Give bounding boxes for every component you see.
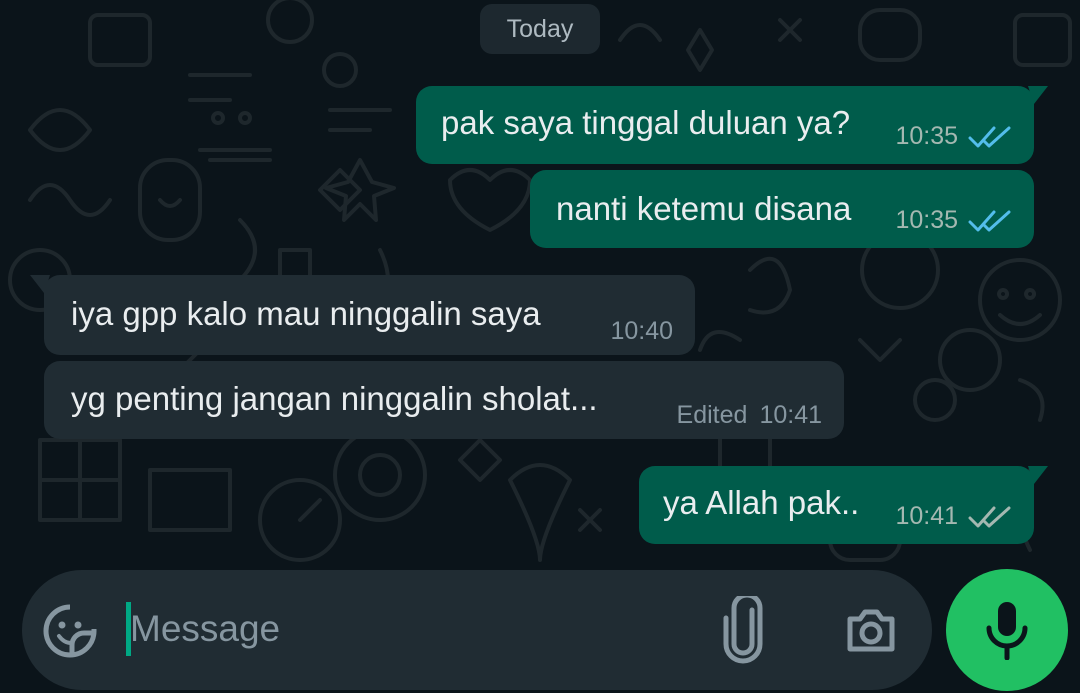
message-time: 10:40 (610, 317, 673, 345)
message-meta: 10:41 (895, 502, 1012, 531)
message-bubble-incoming[interactable]: iya gpp kalo mau ninggalin saya 10:40 (30, 275, 695, 355)
message-text: yg penting jangan ninggalin sholat... (71, 380, 598, 417)
message-meta: 10:35 (895, 122, 1012, 151)
message-time: 10:41 (895, 502, 958, 530)
message-composer (22, 570, 932, 690)
message-text: ya Allah pak.. (663, 484, 860, 521)
bubble-tail (1028, 466, 1048, 484)
message-time: 10:35 (895, 122, 958, 150)
message-input[interactable] (130, 596, 690, 662)
bubble-tail (1028, 86, 1048, 104)
message-text: pak saya tinggal duluan ya? (441, 104, 851, 141)
date-separator: Today (480, 4, 600, 54)
message-time: 10:41 (759, 401, 822, 429)
message-bubble-incoming[interactable]: yg penting jangan ninggalin sholat... Ed… (44, 361, 844, 439)
message-text: nanti ketemu disana (556, 190, 852, 227)
microphone-icon (986, 602, 1028, 660)
message-meta: 10:40 (610, 317, 673, 346)
double-check-icon (968, 506, 1011, 527)
chat-area: Today pak saya tinggal duluan ya? 10:35 … (0, 0, 1080, 570)
double-check-icon (968, 210, 1011, 231)
edited-label: Edited (676, 401, 748, 429)
bubble-tail (30, 275, 50, 293)
microphone-button[interactable] (946, 569, 1068, 691)
message-bubble-outgoing[interactable]: ya Allah pak.. 10:41 (639, 466, 1048, 544)
paperclip-icon[interactable] (722, 596, 766, 664)
message-time: 10:35 (895, 206, 958, 234)
double-check-icon (968, 126, 1011, 147)
message-meta: 10:35 (895, 206, 1012, 235)
message-bubble-outgoing[interactable]: nanti ketemu disana 10:35 (530, 170, 1034, 248)
date-separator-label: Today (506, 14, 574, 43)
message-bubble-outgoing[interactable]: pak saya tinggal duluan ya? 10:35 (416, 86, 1048, 164)
camera-icon[interactable] (844, 603, 898, 657)
message-meta: Edited 10:41 (677, 401, 822, 430)
sticker-icon[interactable] (42, 603, 98, 659)
message-text: iya gpp kalo mau ninggalin saya (71, 295, 541, 332)
